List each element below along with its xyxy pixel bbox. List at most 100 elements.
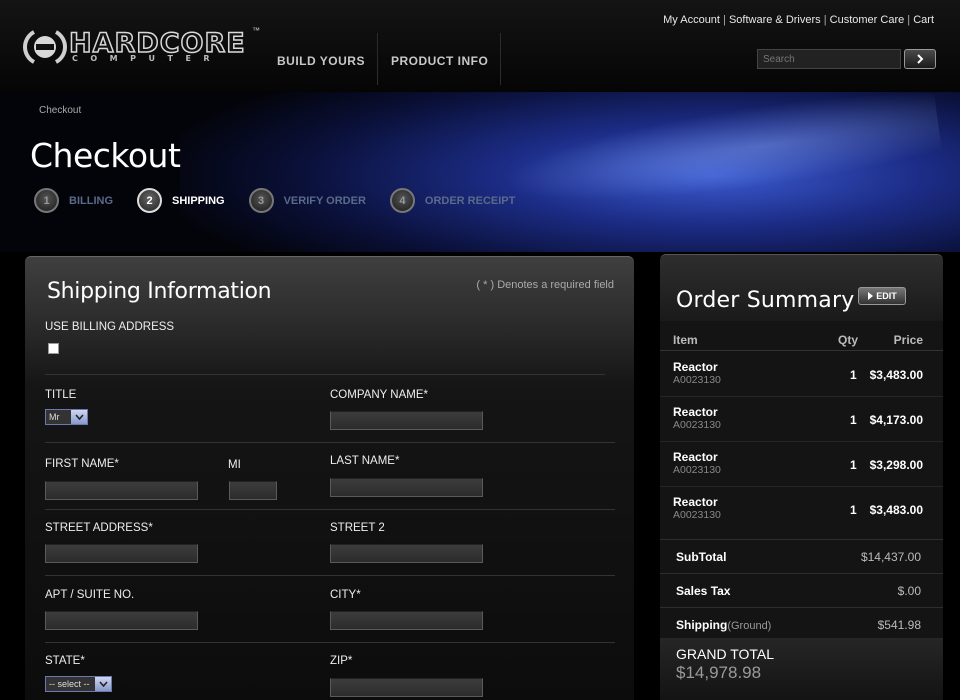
step-label: SHIPPING <box>172 194 225 207</box>
mi-input[interactable] <box>229 481 277 500</box>
divider <box>45 442 615 443</box>
step-number: 2 <box>137 188 162 213</box>
step-number: 3 <box>248 188 274 213</box>
shipping-cost-row: Shipping(Ground) $541.98 <box>660 607 943 641</box>
chevron-down-icon <box>71 410 87 424</box>
link-cart[interactable]: Cart <box>913 14 934 26</box>
step-number: 4 <box>389 188 415 213</box>
col-qty: Qty <box>838 333 859 347</box>
step-verify-order[interactable]: 3 VERIFY ORDER <box>248 188 366 213</box>
subtotal-row: SubTotal $14,437.00 <box>660 539 943 573</box>
edit-button[interactable]: EDIT <box>858 287 906 305</box>
item-code: A0023130 <box>673 374 721 386</box>
title-label: TITLE <box>45 389 77 401</box>
step-label: ORDER RECEIPT <box>424 194 516 207</box>
street-label: STREET ADDRESS* <box>45 522 153 534</box>
order-summary-header: Order Summary EDIT <box>660 255 943 321</box>
col-item: Item <box>673 333 698 347</box>
city-input[interactable] <box>330 611 483 630</box>
title-select-value: Mr <box>46 410 71 424</box>
city-label: CITY* <box>330 589 361 601</box>
use-billing-checkbox[interactable] <box>48 343 59 354</box>
item-code: A0023130 <box>673 509 721 521</box>
sales-tax-value: $.00 <box>897 584 921 598</box>
mi-label: MI <box>228 459 241 471</box>
search-input[interactable] <box>757 49 901 69</box>
sales-tax-label: Sales Tax <box>676 584 731 598</box>
grand-total-label: GRAND TOTAL <box>676 646 775 662</box>
step-label: BILLING <box>69 194 113 207</box>
order-summary-title: Order Summary <box>676 288 855 313</box>
separator: | <box>907 14 911 26</box>
company-input[interactable] <box>330 411 483 430</box>
order-summary-panel: Order Summary EDIT Item Qty Price Reacto… <box>660 254 943 700</box>
logo-trademark: ™ <box>252 26 260 35</box>
street-input[interactable] <box>45 544 198 563</box>
step-shipping[interactable]: 2 SHIPPING <box>137 188 225 213</box>
play-icon <box>868 292 874 300</box>
street2-input[interactable] <box>330 544 483 563</box>
utility-links: My Account | Software & Drivers | Custom… <box>663 14 934 26</box>
item-name: Reactor <box>673 360 718 374</box>
step-number: 1 <box>34 188 59 213</box>
last-name-input[interactable] <box>330 478 483 497</box>
summary-item-row: Reactor A0023130 1 $3,483.00 <box>660 487 943 532</box>
required-note: ( * ) Denotes a required field <box>476 279 614 291</box>
company-label: COMPANY NAME* <box>330 389 428 401</box>
grand-total-block: GRAND TOTAL $14,978.98 <box>660 638 943 700</box>
shipping-cost-value: $541.98 <box>877 618 921 632</box>
grand-total-value: $14,978.98 <box>676 663 762 682</box>
site-header: HARDCORE COMPUTER ™ BUILD YOURS PRODUCT … <box>0 0 960 92</box>
first-name-input[interactable] <box>45 481 198 500</box>
item-price: $3,483.00 <box>869 503 923 517</box>
breadcrumb[interactable]: Checkout <box>39 105 81 116</box>
hardcore-logo[interactable]: HARDCORE COMPUTER ™ <box>22 26 262 68</box>
item-qty: 1 <box>850 413 857 427</box>
last-name-label: LAST NAME* <box>330 455 400 467</box>
nav-build-yours[interactable]: BUILD YOURS <box>265 33 378 85</box>
item-price: $3,483.00 <box>869 368 923 382</box>
chevron-down-icon <box>95 677 111 691</box>
shipping-title: Shipping Information <box>47 279 272 304</box>
divider <box>45 642 615 643</box>
zip-input[interactable] <box>330 678 483 697</box>
street2-label: STREET 2 <box>330 522 385 534</box>
item-qty: 1 <box>850 503 857 517</box>
state-select[interactable]: -- select -- <box>45 676 112 692</box>
item-name: Reactor <box>673 450 718 464</box>
title-select[interactable]: Mr <box>45 409 88 425</box>
main-nav: BUILD YOURS PRODUCT INFO <box>265 33 502 85</box>
zip-label: ZIP* <box>330 655 353 667</box>
state-label: STATE* <box>45 655 85 667</box>
page-title: Checkout <box>30 136 181 175</box>
divider <box>45 374 605 375</box>
arrow-right-icon <box>917 54 924 64</box>
item-qty: 1 <box>850 458 857 472</box>
shipping-panel: Shipping Information ( * ) Denotes a req… <box>25 256 634 700</box>
link-my-account[interactable]: My Account <box>663 14 720 26</box>
summary-item-row: Reactor A0023130 1 $4,173.00 <box>660 397 943 442</box>
step-billing[interactable]: 1 BILLING <box>34 188 113 213</box>
step-order-receipt[interactable]: 4 ORDER RECEIPT <box>389 188 516 213</box>
shipping-cost-label: Shipping(Ground) <box>676 618 771 632</box>
col-price: Price <box>893 333 923 347</box>
separator: | <box>823 14 827 26</box>
item-qty: 1 <box>850 368 857 382</box>
subtotal-label: SubTotal <box>676 550 727 564</box>
link-software-drivers[interactable]: Software & Drivers <box>729 14 821 26</box>
separator: | <box>723 14 726 26</box>
item-price: $4,173.00 <box>869 413 923 427</box>
link-customer-care[interactable]: Customer Care <box>830 14 905 26</box>
nav-product-info[interactable]: PRODUCT INFO <box>377 33 502 85</box>
shipping-method: (Ground) <box>727 620 772 632</box>
search-button[interactable] <box>904 49 936 69</box>
sales-tax-row: Sales Tax $.00 <box>660 573 943 607</box>
first-name-label: FIRST NAME* <box>45 458 119 470</box>
subtotal-value: $14,437.00 <box>860 550 921 564</box>
logo-emblem-icon <box>23 30 67 64</box>
apt-label: APT / SUITE NO. <box>45 589 135 601</box>
summary-item-row: Reactor A0023130 1 $3,483.00 <box>660 352 943 397</box>
apt-input[interactable] <box>45 611 198 630</box>
summary-column-headers: Item Qty Price <box>660 327 943 351</box>
summary-item-row: Reactor A0023130 1 $3,298.00 <box>660 442 943 487</box>
